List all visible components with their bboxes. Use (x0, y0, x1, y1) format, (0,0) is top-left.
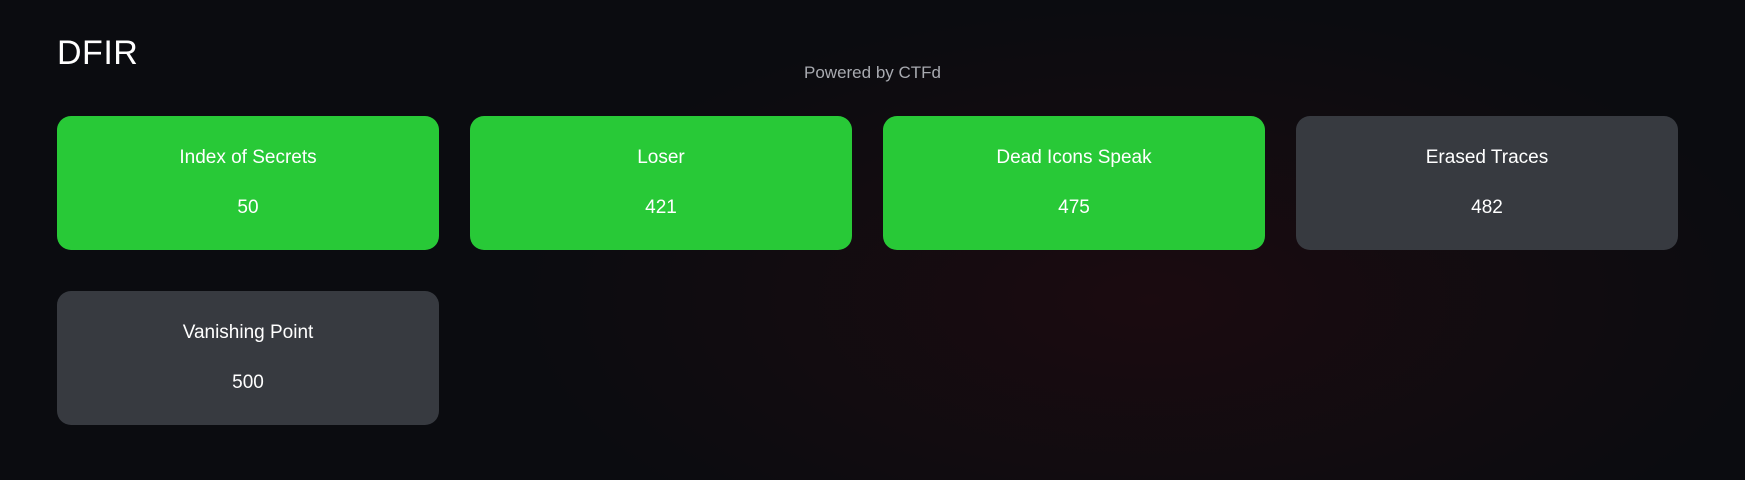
challenge-name: Dead Icons Speak (996, 147, 1152, 168)
challenge-card-loser[interactable]: Loser 421 (470, 116, 852, 250)
challenges-page: DFIR Powered by CTFd Index of Secrets 50… (0, 0, 1745, 480)
challenge-grid: Index of Secrets 50 Loser 421 Dead Icons… (57, 116, 1678, 425)
challenge-card-index-of-secrets[interactable]: Index of Secrets 50 (57, 116, 439, 250)
challenge-points: 500 (232, 372, 264, 393)
challenge-points: 421 (645, 197, 677, 218)
challenge-name: Index of Secrets (179, 147, 317, 168)
challenge-points: 50 (237, 197, 259, 218)
challenge-card-erased-traces[interactable]: Erased Traces 482 (1296, 116, 1678, 250)
challenge-name: Erased Traces (1425, 147, 1549, 168)
challenge-card-dead-icons-speak[interactable]: Dead Icons Speak 475 (883, 116, 1265, 250)
challenge-name: Loser (637, 147, 685, 168)
powered-by-text: Powered by CTFd (804, 63, 941, 82)
challenge-name: Vanishing Point (182, 322, 314, 343)
challenge-points: 482 (1471, 197, 1503, 218)
challenge-card-vanishing-point[interactable]: Vanishing Point 500 (57, 291, 439, 425)
challenge-points: 475 (1058, 197, 1090, 218)
